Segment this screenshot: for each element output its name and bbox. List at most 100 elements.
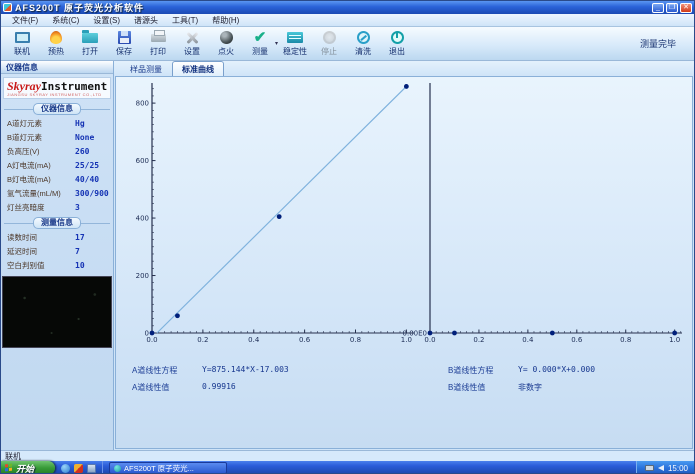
windows-taskbar: 开始 AFS200T 原子荧光... 15:00 [1, 461, 694, 473]
instrument-info-group-title: 仪器信息 [4, 103, 110, 115]
exit-power-icon [388, 31, 406, 45]
toolbar-button-preheat[interactable]: 预热 [39, 28, 73, 59]
menu-help[interactable]: 帮助(H) [205, 15, 246, 26]
standard-curve-panel: 0.0 0.2 0.4 0.6 0.8 1.0 0 200 400 600 800 0.0 0.2 0.… [115, 76, 693, 449]
camera-preview [2, 276, 112, 348]
show-desktop-icon[interactable] [87, 463, 96, 473]
instrument-info-sidebar: 仪器信息 SkyrayInstrument JIANGSU SKYRAY INS… [1, 61, 114, 450]
application-window: AFS200T 原子荧光分析软件 _ ❐ ✕ 文件(F) 系统(C) 设置(S)… [0, 0, 695, 474]
svg-text:200: 200 [136, 272, 149, 280]
clean-icon [354, 31, 372, 45]
menu-source[interactable]: 谱源头 [127, 15, 165, 26]
toolbar-button-print[interactable]: 打印 [141, 28, 175, 59]
window-title: AFS200T 原子荧光分析软件 [15, 3, 145, 13]
keyboard-layout-icon[interactable] [644, 465, 654, 471]
svg-text:1.0: 1.0 [669, 336, 680, 344]
toolbar-button-settings[interactable]: 设置 [175, 28, 209, 59]
measurement-status-text: 测量完毕 [639, 39, 676, 49]
info-row-blank-threshold: 空白判别值 10 [7, 260, 85, 270]
system-tray: 15:00 [635, 461, 694, 473]
taskbar-task-afs200t[interactable]: AFS200T 原子荧光... [109, 462, 227, 473]
toolbar-button-open[interactable]: 打开 [73, 28, 107, 59]
preheat-icon [47, 31, 65, 45]
close-button[interactable]: ✕ [680, 2, 692, 13]
info-row-delay-time: 延迟时间 7 [7, 246, 80, 256]
b-equation-value: Y= 0.000*X+0.000 [518, 365, 596, 374]
quick-launch-bar [55, 461, 103, 473]
channel-a-chart: 0.0 0.2 0.4 0.6 0.8 1.00200400600800 [136, 83, 414, 344]
settings-icon [183, 31, 201, 45]
stop-icon [320, 31, 338, 45]
svg-text:0.2: 0.2 [197, 336, 208, 344]
volume-icon[interactable] [657, 465, 664, 471]
info-row-filament: 灯丝亮暗度 3 [7, 202, 80, 212]
b-linearity-label: B道线性值 [448, 383, 486, 392]
menu-bar: 文件(F) 系统(C) 设置(S) 谱源头 工具(T) 帮助(H) [1, 14, 694, 27]
svg-text:0.6: 0.6 [299, 336, 311, 344]
tab-standard-curve[interactable]: 标准曲线 [172, 61, 224, 76]
svg-text:0.4: 0.4 [248, 336, 260, 344]
stability-icon [286, 31, 304, 45]
title-bar: AFS200T 原子荧光分析软件 _ ❐ ✕ [1, 1, 694, 14]
info-row-lamp-a: A道灯元素 Hg [7, 118, 85, 128]
logo-subtext: JIANGSU SKYRAY INSTRUMENT CO.,LTD [7, 92, 102, 97]
toolbar-button-measure[interactable]: ✔ 测量 [243, 28, 277, 59]
toolbar-button-stability[interactable]: 稳定性 [278, 28, 312, 59]
app-icon [3, 3, 12, 12]
ie-icon[interactable] [61, 463, 70, 473]
restore-button[interactable]: ❐ [666, 2, 678, 13]
svg-text:0.00E0: 0.00E0 [403, 330, 427, 338]
print-icon [149, 29, 167, 45]
open-folder-icon [81, 29, 99, 45]
a-equation-value: Y=875.144*X-17.003 [202, 365, 289, 374]
svg-text:0: 0 [145, 330, 149, 338]
toolbar: 联机 预热 打开 保存 打印 设置 点火 ✔ 测量 ▾ 稳定性 停止 清洗 退出… [1, 27, 694, 61]
a-equation-label: A道线性方程 [132, 366, 178, 375]
info-row-lamp-b: B道灯元素 None [7, 132, 95, 142]
info-row-argon-flow: 氩气流量(mL/M) 300/900 [7, 188, 109, 198]
svg-text:0.4: 0.4 [522, 336, 534, 344]
svg-text:800: 800 [136, 100, 149, 108]
clock: 15:00 [667, 463, 688, 473]
toolbar-button-exit[interactable]: 退出 [380, 28, 414, 59]
save-icon [115, 31, 133, 45]
a-linearity-value: 0.99916 [202, 382, 236, 391]
toolbar-button-stop: 停止 [312, 28, 346, 59]
ignite-icon [217, 31, 235, 45]
afs-app-icon [114, 464, 121, 472]
menu-system[interactable]: 系统(C) [45, 15, 86, 26]
svg-text:0.6: 0.6 [571, 336, 583, 344]
windows-flag-icon [5, 463, 13, 473]
security-icon[interactable] [74, 463, 83, 473]
status-bar: 联机 [1, 450, 694, 461]
b-equation-label: B道线性方程 [448, 366, 494, 375]
b-linearity-value: 非数字 [518, 383, 542, 392]
toolbar-button-online[interactable]: 联机 [5, 28, 39, 59]
channel-a-results: A道线性方程 Y=875.144*X-17.003 A道线性值 0.99916 [132, 365, 289, 399]
info-row-current-b: B灯电流(mA) 40/40 [7, 174, 100, 184]
measure-info-group-title: 测量信息 [4, 217, 110, 229]
channel-b-results: B道线性方程 Y= 0.000*X+0.000 B道线性值 非数字 [448, 365, 595, 399]
toolbar-button-clean[interactable]: 清洗 [346, 28, 380, 59]
minimize-button[interactable]: _ [652, 2, 664, 13]
toolbar-button-save[interactable]: 保存 [107, 28, 141, 59]
channel-b-chart: 0.0 0.2 0.4 0.6 0.8 1.00.00E0 [403, 83, 682, 344]
a-linearity-label: A道线性值 [132, 383, 170, 392]
svg-text:0.2: 0.2 [473, 336, 484, 344]
svg-text:400: 400 [136, 215, 149, 223]
tab-strip: 样品测量 标准曲线 [114, 61, 694, 76]
svg-text:600: 600 [136, 157, 149, 165]
measure-check-icon: ✔ [253, 29, 267, 46]
menu-file[interactable]: 文件(F) [5, 15, 45, 26]
info-row-read-time: 读数时间 17 [7, 232, 85, 242]
svg-text:0.8: 0.8 [620, 336, 631, 344]
tab-sample-measure[interactable]: 样品测量 [120, 61, 172, 76]
toolbar-button-ignite[interactable]: 点火 [209, 28, 243, 59]
start-button[interactable]: 开始 [1, 461, 55, 473]
sidebar-header: 仪器信息 [1, 61, 113, 74]
skyray-logo: SkyrayInstrument JIANGSU SKYRAY INSTRUME… [3, 77, 111, 99]
svg-text:0.8: 0.8 [350, 336, 361, 344]
menu-settings[interactable]: 设置(S) [86, 15, 127, 26]
info-row-neg-hv: 负高压(V) 260 [7, 146, 90, 156]
menu-tools[interactable]: 工具(T) [165, 15, 205, 26]
